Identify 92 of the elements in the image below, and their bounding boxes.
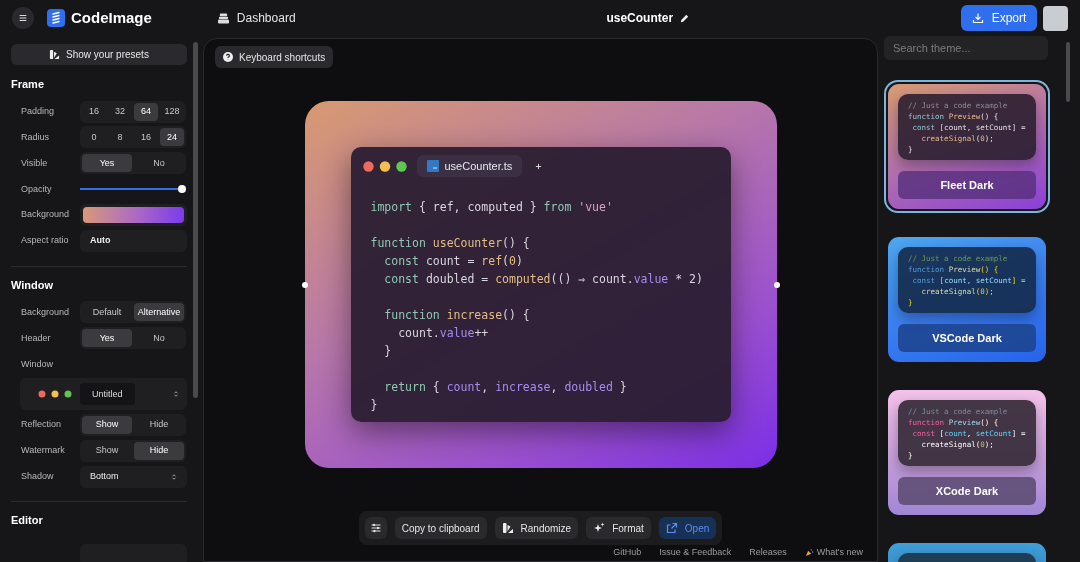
copy-button[interactable]: Copy to clipboard <box>394 517 487 539</box>
sliders-icon <box>369 522 382 534</box>
setting-label: Window <box>20 357 54 371</box>
gradient-picker[interactable] <box>80 204 187 227</box>
footer-link[interactable]: GitHub <box>613 546 642 560</box>
code-line: return { count, increase, doubled } <box>383 379 627 396</box>
opacity-slider[interactable] <box>80 185 186 194</box>
code-line: } <box>370 397 378 414</box>
segment-option[interactable]: No <box>134 154 184 173</box>
typescript-file-icon <box>426 160 439 172</box>
section-heading: Editor <box>11 513 44 529</box>
app-name: CodeImage <box>71 7 152 28</box>
search-field[interactable]: Search theme... <box>884 36 1048 60</box>
segment-option[interactable]: 16 <box>82 102 106 121</box>
chevron-icon <box>173 390 179 399</box>
code-line: function increase() { <box>383 307 530 324</box>
download-icon <box>971 12 984 24</box>
segment-option[interactable]: Show <box>82 415 132 434</box>
code-line: const count = ref(0) <box>383 253 523 270</box>
palette-icon <box>501 522 514 534</box>
window-style-select[interactable]: Untitled <box>20 378 187 411</box>
chevron-icon <box>171 472 177 481</box>
segment-option[interactable]: No <box>134 329 184 348</box>
shadow-select[interactable]: Bottom <box>80 465 187 488</box>
external-link-icon <box>665 522 678 534</box>
code-line: count.value++ <box>397 325 489 342</box>
setting-label: Opacity <box>20 182 53 196</box>
segment-option[interactable]: Hide <box>134 441 184 460</box>
segment-option[interactable]: 0 <box>82 128 106 147</box>
traffic-lights-icon <box>362 160 407 172</box>
resize-handle[interactable] <box>301 282 308 288</box>
settings-button[interactable] <box>364 517 387 539</box>
menu-button[interactable] <box>12 7 34 29</box>
segment-option[interactable]: Yes <box>82 154 132 173</box>
segment-option[interactable]: Yes <box>82 329 132 348</box>
setting-label: Aspect ratio <box>20 234 70 248</box>
segment-option[interactable]: 32 <box>108 102 132 121</box>
segment-option[interactable]: Hide <box>134 415 184 434</box>
theme-name: Fleet Dark <box>898 171 1036 199</box>
setting-label: Shadow <box>20 469 55 483</box>
logo-icon <box>47 9 65 27</box>
section-heading: Frame <box>11 77 46 93</box>
window-tab-label: Untitled <box>80 383 135 406</box>
code-line: const doubled = computed(() ⇒ count.value * 2) <box>383 271 703 288</box>
code-line: import { ref, computed } from 'vue' <box>370 199 613 216</box>
presets-button[interactable]: Show your presets <box>11 44 187 66</box>
segment-option[interactable]: 128 <box>160 102 184 121</box>
segment-option[interactable]: 24 <box>160 128 184 147</box>
segment-option[interactable]: Show <box>82 441 132 460</box>
footer-link[interactable]: Releases <box>749 546 787 560</box>
theme-name: VSCode Dark <box>898 324 1036 352</box>
setting-label: Reflection <box>20 417 63 431</box>
footer-link[interactable]: Issue & Feedback <box>659 546 732 560</box>
setting-label: Header <box>20 331 52 345</box>
code-line: } <box>383 343 392 360</box>
resize-handle[interactable] <box>773 282 780 288</box>
code-line: function useCounter() { <box>370 235 530 252</box>
menu-icon <box>18 13 28 23</box>
setting-label: Padding <box>20 104 56 118</box>
setting-label: Background <box>20 208 71 222</box>
format-button[interactable]: Format <box>586 517 651 539</box>
setting-label: Visible <box>20 156 49 170</box>
file-tab[interactable]: useCounter.ts <box>416 155 523 177</box>
segment-option[interactable]: Alternative <box>134 303 184 322</box>
sparkles-icon <box>593 522 606 534</box>
segment-option[interactable]: 64 <box>134 102 158 121</box>
scrollbar[interactable] <box>192 42 198 398</box>
avatar[interactable] <box>1043 5 1068 31</box>
palette-icon <box>49 49 61 61</box>
export-button[interactable]: Export <box>961 5 1037 31</box>
add-tab-icon <box>535 162 543 170</box>
section-heading: Window <box>11 278 55 293</box>
aspect-ratio-select[interactable]: Auto <box>80 230 187 253</box>
randomize-button[interactable]: Randomize <box>494 517 579 539</box>
keyboard-shortcuts-button[interactable]: Keyboard shortcuts <box>215 46 334 68</box>
dashboard-link[interactable]: Dashboard <box>236 9 296 27</box>
segment-option[interactable]: 16 <box>134 128 158 147</box>
project-title: useCounter <box>606 10 674 27</box>
scrollbar[interactable] <box>1066 42 1070 102</box>
segment-option[interactable]: Default <box>82 303 132 322</box>
traffic-lights-icon <box>38 390 72 399</box>
theme-name: XCode Dark <box>898 477 1036 505</box>
setting-label: Radius <box>20 130 50 144</box>
segment-option[interactable]: 8 <box>108 128 132 147</box>
party-popper-icon <box>804 548 814 558</box>
setting-label: Watermark <box>20 443 66 457</box>
help-icon <box>223 52 233 62</box>
footer-link[interactable]: What's new <box>804 546 863 560</box>
pencil-icon <box>679 12 691 24</box>
setting-label: Background <box>20 305 71 319</box>
stack-icon <box>216 12 230 24</box>
open-button[interactable]: Open <box>658 517 717 539</box>
